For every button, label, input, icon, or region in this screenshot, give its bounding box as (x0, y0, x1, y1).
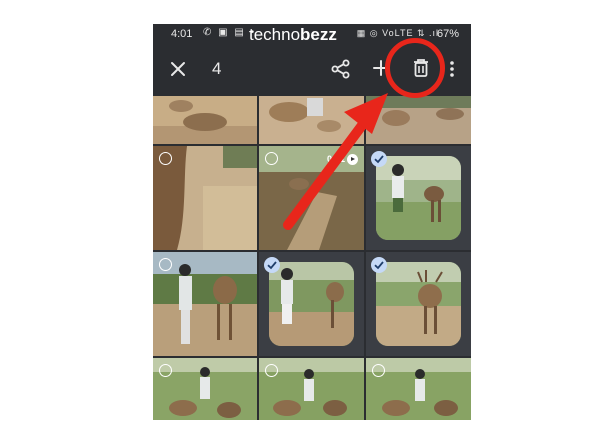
annotation-arrow (283, 93, 388, 230)
